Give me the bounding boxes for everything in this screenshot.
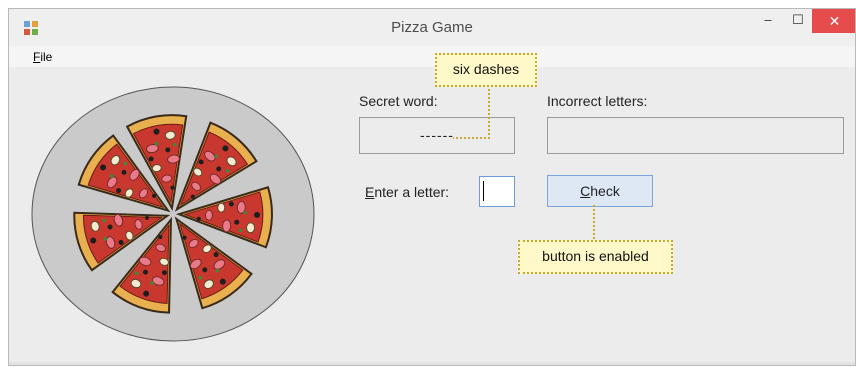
callout-leader-enabled (593, 205, 595, 241)
maximize-icon: ☐ (792, 12, 804, 27)
letter-input[interactable] (479, 176, 515, 207)
menu-file[interactable]: File (33, 50, 52, 64)
secret-word-label: Secret word: (359, 93, 438, 109)
enter-letter-label: Enter a letter: (365, 184, 450, 200)
pizza-image (31, 86, 315, 342)
incorrect-letters-label: Incorrect letters: (547, 93, 648, 109)
enter-letter-mnemonic: E (365, 184, 375, 200)
callout-six-dashes: six dashes (435, 53, 537, 87)
callout-button-enabled: button is enabled (518, 240, 673, 274)
title-bar[interactable]: Pizza Game – ☐ ✕ (9, 9, 855, 46)
pizza-game-window: Pizza Game – ☐ ✕ File Secret word: Incor… (8, 8, 856, 366)
close-icon: ✕ (828, 13, 841, 29)
maximize-button[interactable]: ☐ (783, 9, 813, 33)
check-mnemonic: C (580, 183, 591, 199)
close-button[interactable]: ✕ (812, 9, 855, 33)
window-bottom-edge (9, 362, 855, 365)
window-title: Pizza Game (391, 19, 473, 36)
text-caret (483, 181, 484, 201)
check-button[interactable]: Check (547, 175, 653, 207)
minimize-icon: – (764, 12, 772, 27)
minimize-button[interactable]: – (753, 9, 783, 33)
incorrect-letters-display (547, 117, 844, 154)
menu-bar: File (9, 46, 855, 67)
callout-leader-dashes (453, 85, 490, 139)
